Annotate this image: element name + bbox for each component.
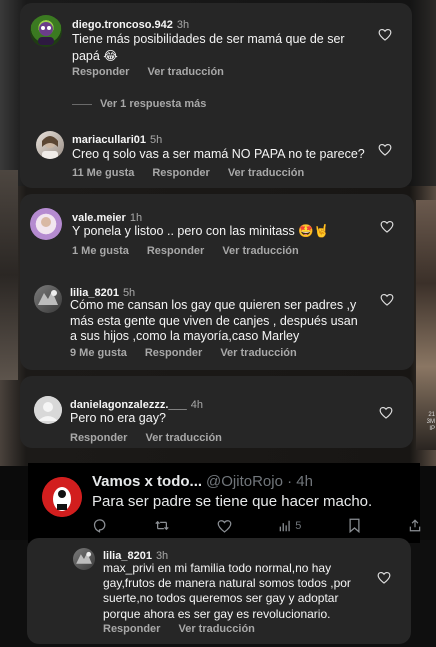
avatar-image xyxy=(76,551,92,564)
comment-text-line: Pero no era gay? xyxy=(70,411,166,425)
comment-card: vale.meier 1h Y ponela y listoo .. pero c… xyxy=(20,194,414,370)
tweet-author-name[interactable]: Vamos x todo... xyxy=(92,473,202,490)
tweet-author-handle[interactable]: @OjitoRojo · 4h xyxy=(206,473,313,490)
avatar-image xyxy=(38,290,58,305)
translate-button[interactable]: Ver traducción xyxy=(178,623,254,635)
bookmark-icon[interactable] xyxy=(348,518,361,533)
comment-text: Creo q solo vas a ser mamá NO PAPA no te… xyxy=(72,146,372,163)
reply-icon[interactable] xyxy=(92,518,107,533)
side-text-line: 21 xyxy=(428,412,435,418)
comment-text: Y ponela y listoo .. pero con las minita… xyxy=(72,223,382,240)
avatar-image xyxy=(36,214,56,234)
retweet-icon[interactable] xyxy=(154,518,170,533)
comment-text-line: Tiene más posibilidades de ser mamá que … xyxy=(72,32,345,46)
like-count[interactable]: 1 Me gusta xyxy=(72,245,129,257)
heart-icon[interactable] xyxy=(378,143,392,156)
reply-button[interactable]: Responder xyxy=(72,66,129,78)
avatar[interactable] xyxy=(36,131,64,159)
timestamp: 3h xyxy=(176,19,190,31)
avatar[interactable] xyxy=(34,285,62,313)
comment-card: danielagonzalezzz.___ 4h Pero no era gay?… xyxy=(20,376,413,448)
avatar[interactable] xyxy=(30,15,62,47)
comment-text-line: Cómo me cansan los gay que quieren ser p… xyxy=(70,298,357,312)
comment-text-line: Creo q solo vas a ser mamá NO PAPA no te… xyxy=(72,147,365,161)
comment-actions: Responder Ver traducción xyxy=(72,66,224,78)
avatar-image xyxy=(42,136,58,159)
reply-card: lilia_8201 3h max_privi en mi familia tod… xyxy=(27,538,411,644)
tweet-header: Vamos x todo... @OjitoRojo · 4h xyxy=(92,473,313,491)
reply-button[interactable]: Responder xyxy=(70,432,127,444)
username[interactable]: diego.troncoso.942 xyxy=(72,19,173,31)
avatar[interactable] xyxy=(73,548,95,570)
reply-text-line: gay,frutos de manera natural somos todos… xyxy=(103,576,351,591)
side-text-line: IP xyxy=(429,426,435,432)
comment-text-line: Y ponela y listoo .. pero con las minita… xyxy=(72,224,330,238)
tweet-action-bar: 5 xyxy=(92,518,422,533)
comment-actions: 11 Me gusta Responder Ver traducción xyxy=(72,167,304,179)
views-count[interactable]: 5 xyxy=(278,519,301,533)
like-count[interactable]: 9 Me gusta xyxy=(70,347,127,359)
comment-text: Tiene más posibilidades de ser mamá que … xyxy=(72,31,372,65)
share-icon[interactable] xyxy=(408,518,422,533)
avatar[interactable] xyxy=(34,396,62,424)
avatar[interactable] xyxy=(30,208,62,240)
reply-button[interactable]: Responder xyxy=(152,167,209,179)
reply-text-line: max_privi en mi familia todo normal,no h… xyxy=(103,561,332,575)
timestamp: 5h xyxy=(150,134,163,146)
comment-actions: Responder Ver traducción xyxy=(70,432,222,444)
side-text-line: 3M xyxy=(426,419,435,425)
comment-text-line: papá 😂 xyxy=(72,49,118,63)
reply-actions: Responder Ver traducción xyxy=(103,623,255,635)
background-photo-edge xyxy=(0,170,18,380)
comment-text: Cómo me cansan los gay que quieren ser p… xyxy=(70,298,385,345)
avatar-image xyxy=(38,22,54,45)
translate-button[interactable]: Ver traducción xyxy=(145,432,221,444)
reply-text: max_privi en mi familia todo normal,no h… xyxy=(103,561,393,622)
comment-actions: 9 Me gusta Responder Ver traducción xyxy=(70,347,297,359)
username[interactable]: mariacullari01 xyxy=(72,134,146,146)
reply-text-line: porque ahora es ser gay es revolucionari… xyxy=(103,606,331,621)
comment-text-line: más esta gente que viven de canjes , des… xyxy=(70,313,358,328)
analytics-icon xyxy=(279,520,291,531)
side-text: 21 3M IP xyxy=(427,412,435,433)
heart-icon[interactable] xyxy=(380,220,394,233)
translate-button[interactable]: Ver traducción xyxy=(228,167,304,179)
like-icon[interactable] xyxy=(217,519,232,533)
heart-icon[interactable] xyxy=(379,406,393,419)
comment-card: diego.troncoso.942 3h Tiene más posibilid… xyxy=(20,3,412,188)
translate-button[interactable]: Ver traducción xyxy=(220,347,296,359)
reply-button[interactable]: Responder xyxy=(147,245,204,257)
heart-icon[interactable] xyxy=(377,571,391,584)
like-count[interactable]: 11 Me gusta xyxy=(72,167,134,179)
view-replies-label: Ver 1 respuesta más xyxy=(100,98,207,110)
view-more-replies[interactable]: Ver 1 respuesta más xyxy=(72,98,206,110)
translate-button[interactable]: Ver traducción xyxy=(147,66,223,78)
tweet-text: Para ser padre se tiene que hacer macho. xyxy=(92,493,373,510)
comment-actions: 1 Me gusta Responder Ver traducción xyxy=(72,245,299,257)
heart-icon[interactable] xyxy=(380,293,394,306)
comment-text-line: a sus hijos ,como la mayoría,caso Marley xyxy=(70,329,300,343)
avatar-image xyxy=(42,477,82,517)
divider xyxy=(72,103,92,105)
heart-icon[interactable] xyxy=(378,28,392,41)
tweet-avatar[interactable] xyxy=(42,477,82,517)
translate-button[interactable]: Ver traducción xyxy=(222,245,298,257)
reply-text-line: suerte,no todos queremos ser gay y adopt… xyxy=(103,591,339,606)
embedded-tweet: Vamos x todo... @OjitoRojo · 4h Para ser … xyxy=(28,463,422,543)
reply-button[interactable]: Responder xyxy=(103,623,160,635)
comment-text: Pero no era gay? xyxy=(70,410,370,427)
reply-button[interactable]: Responder xyxy=(145,347,202,359)
views-number: 5 xyxy=(295,519,302,532)
default-avatar-icon xyxy=(34,396,62,424)
